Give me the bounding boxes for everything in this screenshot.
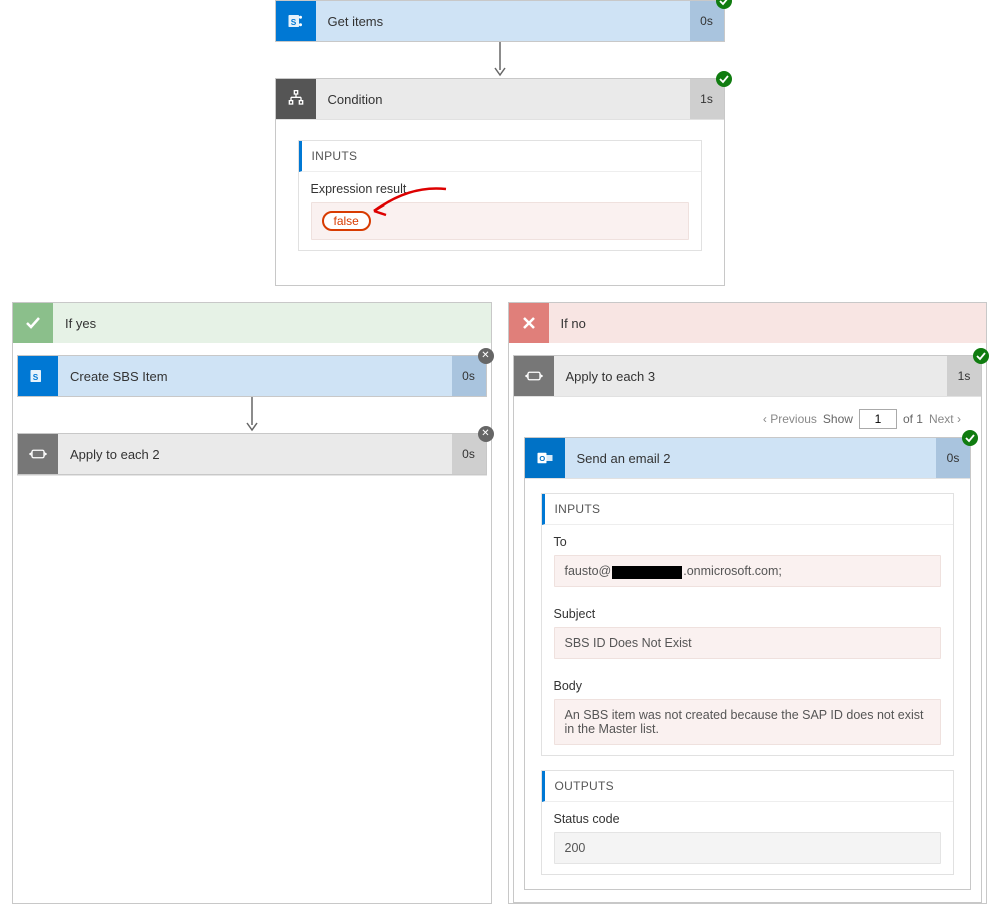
email-to-label: To bbox=[554, 535, 942, 549]
branch-header-no[interactable]: If no bbox=[509, 303, 987, 343]
sharepoint-icon: S bbox=[276, 1, 316, 41]
branch-if-no: If no Apply to each 3 1s bbox=[508, 302, 988, 904]
action-title: Apply to each 3 bbox=[554, 356, 948, 396]
outlook-icon: O bbox=[525, 438, 565, 478]
email-subject-value: SBS ID Does Not Exist bbox=[554, 627, 942, 659]
pager-page-input[interactable] bbox=[859, 409, 897, 429]
svg-text:S: S bbox=[33, 373, 39, 382]
branch-title: If no bbox=[549, 316, 586, 331]
loop-pager: ‹ Previous Show of 1 Next › bbox=[524, 401, 972, 437]
outputs-heading: OUTPUTS bbox=[542, 771, 954, 802]
email-to-value: fausto@.onmicrosoft.com; bbox=[554, 555, 942, 587]
action-get-items[interactable]: S Get items 0s bbox=[275, 0, 725, 42]
action-condition[interactable]: Condition 1s INPUTS Expression result fa… bbox=[275, 78, 725, 286]
status-code-label: Status code bbox=[554, 812, 942, 826]
action-title: Apply to each 2 bbox=[58, 434, 452, 474]
action-title: Create SBS Item bbox=[58, 356, 452, 396]
success-badge-icon bbox=[716, 71, 732, 87]
email-subject-label: Subject bbox=[554, 607, 942, 621]
email-body-value: An SBS item was not created because the … bbox=[554, 699, 942, 745]
svg-text:S: S bbox=[290, 18, 296, 27]
flow-connector bbox=[0, 42, 999, 78]
status-code-value: 200 bbox=[554, 832, 942, 864]
skipped-badge-icon bbox=[478, 426, 494, 442]
close-icon bbox=[509, 303, 549, 343]
sharepoint-icon: S bbox=[18, 356, 58, 396]
expression-result-value: false bbox=[322, 211, 371, 231]
success-badge-icon bbox=[962, 430, 978, 446]
inputs-heading: INPUTS bbox=[299, 141, 701, 172]
pager-next[interactable]: Next › bbox=[929, 412, 961, 426]
check-icon bbox=[13, 303, 53, 343]
redacted-block bbox=[612, 566, 682, 579]
pager-of-label: of 1 bbox=[903, 412, 923, 426]
loop-icon bbox=[514, 356, 554, 396]
branch-if-yes: If yes S Create SBS Item 0s bbox=[12, 302, 492, 904]
svg-text:O: O bbox=[539, 454, 545, 463]
loop-icon bbox=[18, 434, 58, 474]
action-apply-to-each-2[interactable]: Apply to each 2 0s bbox=[17, 433, 487, 475]
action-title: Send an email 2 bbox=[565, 438, 937, 478]
branch-title: If yes bbox=[53, 316, 96, 331]
skipped-badge-icon bbox=[478, 348, 494, 364]
action-create-sbs-item[interactable]: S Create SBS Item 0s bbox=[17, 355, 487, 397]
expression-result-label: Expression result bbox=[311, 182, 689, 196]
success-badge-icon bbox=[973, 348, 989, 364]
flow-connector bbox=[17, 397, 487, 433]
action-send-an-email-2[interactable]: O Send an email 2 0s bbox=[524, 437, 972, 890]
pager-show-label: Show bbox=[823, 412, 853, 426]
branch-header-yes[interactable]: If yes bbox=[13, 303, 491, 343]
email-body-label: Body bbox=[554, 679, 942, 693]
action-title: Get items bbox=[316, 1, 690, 41]
action-apply-to-each-3[interactable]: Apply to each 3 1s ‹ Previous Show of 1 … bbox=[513, 355, 983, 903]
pager-prev[interactable]: ‹ Previous bbox=[763, 412, 817, 426]
condition-icon bbox=[276, 79, 316, 119]
inputs-heading: INPUTS bbox=[542, 494, 954, 525]
action-title: Condition bbox=[316, 79, 690, 119]
